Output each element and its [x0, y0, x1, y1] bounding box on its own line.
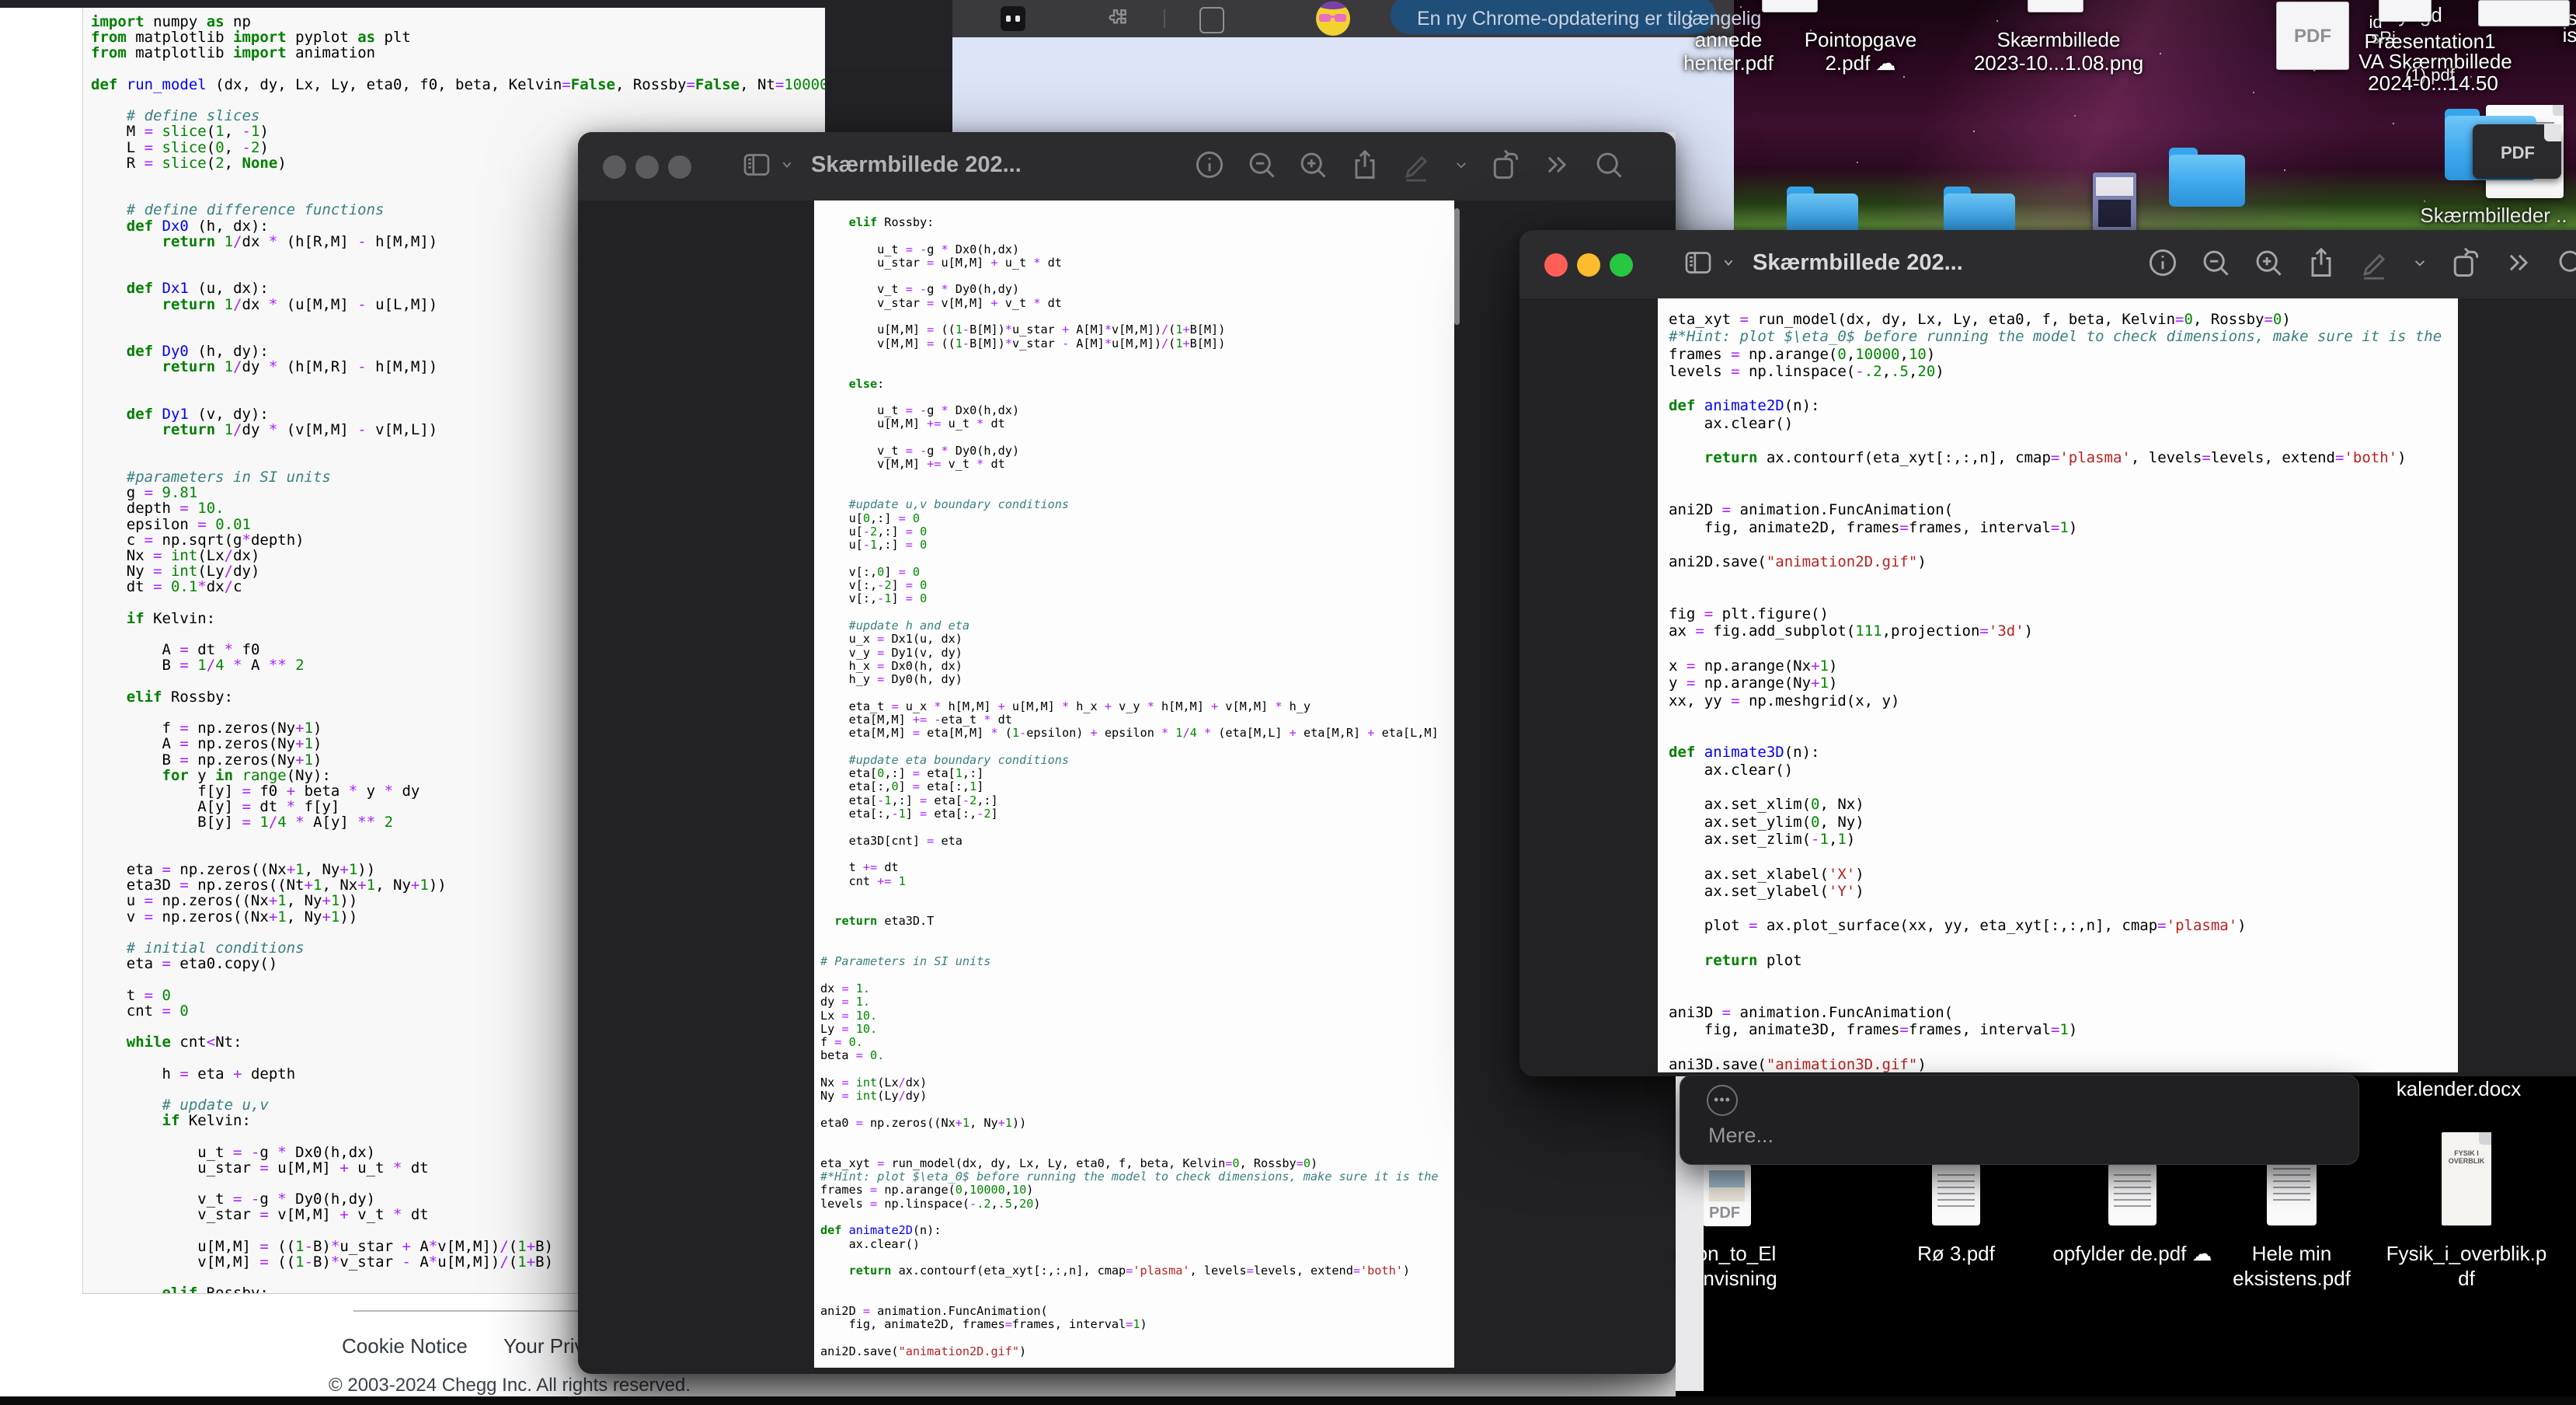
file-thumbnail-icon[interactable] [2379, 0, 2432, 22]
folder-icon[interactable] [2169, 148, 2245, 207]
kebab-menu-icon[interactable]: ⋮ [1681, 6, 1701, 30]
chrome-update-button[interactable]: En ny Chrome-opdatering er tilgængelig ⋮ [1391, 0, 1715, 34]
copyright-text: © 2003-2024 Chegg Inc. All rights reserv… [329, 1375, 691, 1396]
zoom-in-icon[interactable] [1296, 148, 1330, 182]
footer-divider [353, 1310, 579, 1312]
fysik-book-icon[interactable]: FYSIK I OVERBLIK [2442, 1132, 2491, 1225]
markup-icon[interactable] [1399, 148, 1433, 182]
preview-content: elif Rossby: u_t = -g * Dx0(h,dx) u_star… [578, 200, 1676, 1374]
zoom-button[interactable] [1610, 253, 1633, 277]
desktop-icon-label[interactable]: df [2458, 1267, 2475, 1291]
close-button[interactable] [1544, 253, 1568, 277]
desktop-icon-label[interactable]: opfylder de.pdf ☁ [2052, 1242, 2212, 1266]
titlebar[interactable]: Skærmbillede 202... [1519, 230, 2576, 299]
pdf-thumbnail-icon[interactable]: PDF [2473, 124, 2561, 179]
file-thumbnail-icon[interactable] [1762, 0, 1818, 12]
toolbar-icons [1192, 148, 1626, 182]
zoom-button[interactable] [668, 155, 691, 179]
chrome-page-sliver [1676, 132, 1734, 230]
info-icon[interactable] [2146, 246, 2180, 280]
markup-icon[interactable] [2357, 246, 2391, 280]
extensions-puzzle-icon[interactable] [1105, 6, 1130, 31]
cookie-notice-link[interactable]: Cookie Notice [342, 1334, 468, 1358]
window-title: Skærmbillede 202... [811, 152, 1022, 178]
pdf-photo-icon[interactable]: PDF [1703, 1164, 1751, 1226]
search-icon[interactable] [2554, 246, 2576, 280]
screenshot-image: elif Rossby: u_t = -g * Dx0(h,dx) u_star… [814, 200, 1454, 1368]
chevron-small-icon[interactable] [1451, 155, 1471, 175]
zoom-out-icon[interactable] [1244, 148, 1279, 182]
share-icon[interactable] [1348, 148, 1382, 182]
desktop-icon-label[interactable]: Skærmbillede [1997, 28, 2121, 52]
update-pill-label: En ny Chrome-opdatering er tilgængelig [1417, 8, 1761, 30]
document-icon[interactable] [1932, 1163, 1980, 1225]
more-label[interactable]: Mere... [1708, 1124, 1774, 1148]
preview-window-middle[interactable]: Skærmbillede 202... elif Rossby: u_t = -… [578, 132, 1676, 1374]
desktop-icon-label[interactable]: Skærmbilleder .. [2420, 204, 2567, 228]
zoom-in-icon[interactable] [2251, 246, 2285, 280]
sidebar-toggle[interactable] [741, 149, 795, 180]
file-thumbnail-icon[interactable] [2478, 0, 2570, 26]
chevron-small-icon[interactable] [2410, 253, 2430, 273]
zoom-out-icon[interactable] [2198, 246, 2233, 280]
minimize-button[interactable] [635, 155, 659, 179]
desktop-icon-label[interactable]: Fysik_i_overblik.p [2386, 1242, 2547, 1266]
minimize-button[interactable] [1577, 253, 1600, 277]
chevrons-right-icon[interactable] [2501, 246, 2536, 280]
rotate-icon[interactable] [1488, 148, 1523, 182]
chrome-window-edge [825, 0, 953, 132]
toolbar-icons [2146, 246, 2576, 280]
screenshot-image: eta_xyt = run_model(dx, dy, Lx, Ly, eta0… [1658, 298, 2458, 1072]
chrome-toolbar: En ny Chrome-opdatering er tilgængelig ⋮ [952, 0, 1734, 37]
desktop-icon-label[interactable]: annede [1695, 28, 1763, 52]
side-panel-icon[interactable] [1199, 7, 1224, 33]
profile-avatar[interactable] [1316, 2, 1350, 36]
sidebar-toggle[interactable] [1683, 247, 1737, 278]
more-popup[interactable]: ••• Mere... [1680, 1075, 2359, 1165]
ellipsis-icon[interactable]: ••• [1707, 1085, 1738, 1116]
desktop-icon-label[interactable]: Pointopgave [1805, 28, 1917, 52]
toolbar-separator [1164, 9, 1165, 28]
desktop-icon-label[interactable]: is [2563, 23, 2576, 47]
desktop-icon-label[interactable]: henter.pdf [1683, 51, 1774, 75]
chevron-down-icon [778, 156, 795, 173]
electrodynamics-book-icon[interactable] [2093, 173, 2136, 233]
preview-content: eta_xyt = run_model(dx, dy, Lx, Ly, eta0… [1519, 298, 2576, 1076]
desktop-icon-label[interactable]: 2023-10...1.08.png [1974, 51, 2143, 75]
desktop-icon-label[interactable]: kalender.docx [2397, 1077, 2521, 1101]
chevrons-right-icon[interactable] [1540, 148, 1574, 182]
desktop-icon-label[interactable]: 2.pdf ☁ [1825, 51, 1895, 75]
info-icon[interactable] [1192, 148, 1227, 182]
screen-bottom-edge [0, 1396, 2576, 1405]
desktop-icon-label[interactable]: Rø 3.pdf [1917, 1242, 1995, 1266]
preview-window-right[interactable]: Skærmbillede 202... eta_xyt = run_model(… [1519, 230, 2576, 1076]
share-icon[interactable] [2304, 246, 2338, 280]
screenshot-python-code: eta_xyt = run_model(dx, dy, Lx, Ly, eta0… [1669, 311, 2456, 1072]
desktop-screen: import numpy as np from matplotlib impor… [0, 0, 2576, 1405]
pdf-file-icon[interactable]: PDF [2276, 2, 2349, 70]
close-button[interactable] [603, 155, 626, 179]
privacy-link[interactable]: Your Priv [503, 1334, 585, 1358]
rotate-icon[interactable] [2449, 246, 2483, 280]
window-top-edge [0, 0, 825, 8]
chevron-down-icon [1720, 254, 1737, 271]
file-thumbnail-icon[interactable] [2028, 0, 2083, 12]
search-icon[interactable] [1592, 148, 1626, 182]
desktop-icon-label[interactable]: 2024-0...14.50 [2368, 71, 2498, 96]
titlebar[interactable]: Skærmbillede 202... [578, 132, 1676, 201]
scrollbar[interactable] [1454, 208, 1460, 325]
desktop-icon-label[interactable]: eksistens.pdf [2233, 1267, 2351, 1291]
screenshot-python-code: elif Rossby: u_t = -g * Dx0(h,dx) u_star… [820, 216, 1451, 1366]
document-icon[interactable] [2108, 1163, 2157, 1225]
desktop-icon-label[interactable]: Hele min [2252, 1242, 2332, 1266]
favicon-icon[interactable] [1001, 6, 1025, 31]
window-title: Skærmbillede 202... [1753, 250, 1963, 276]
chrome-page-area [952, 37, 1734, 132]
